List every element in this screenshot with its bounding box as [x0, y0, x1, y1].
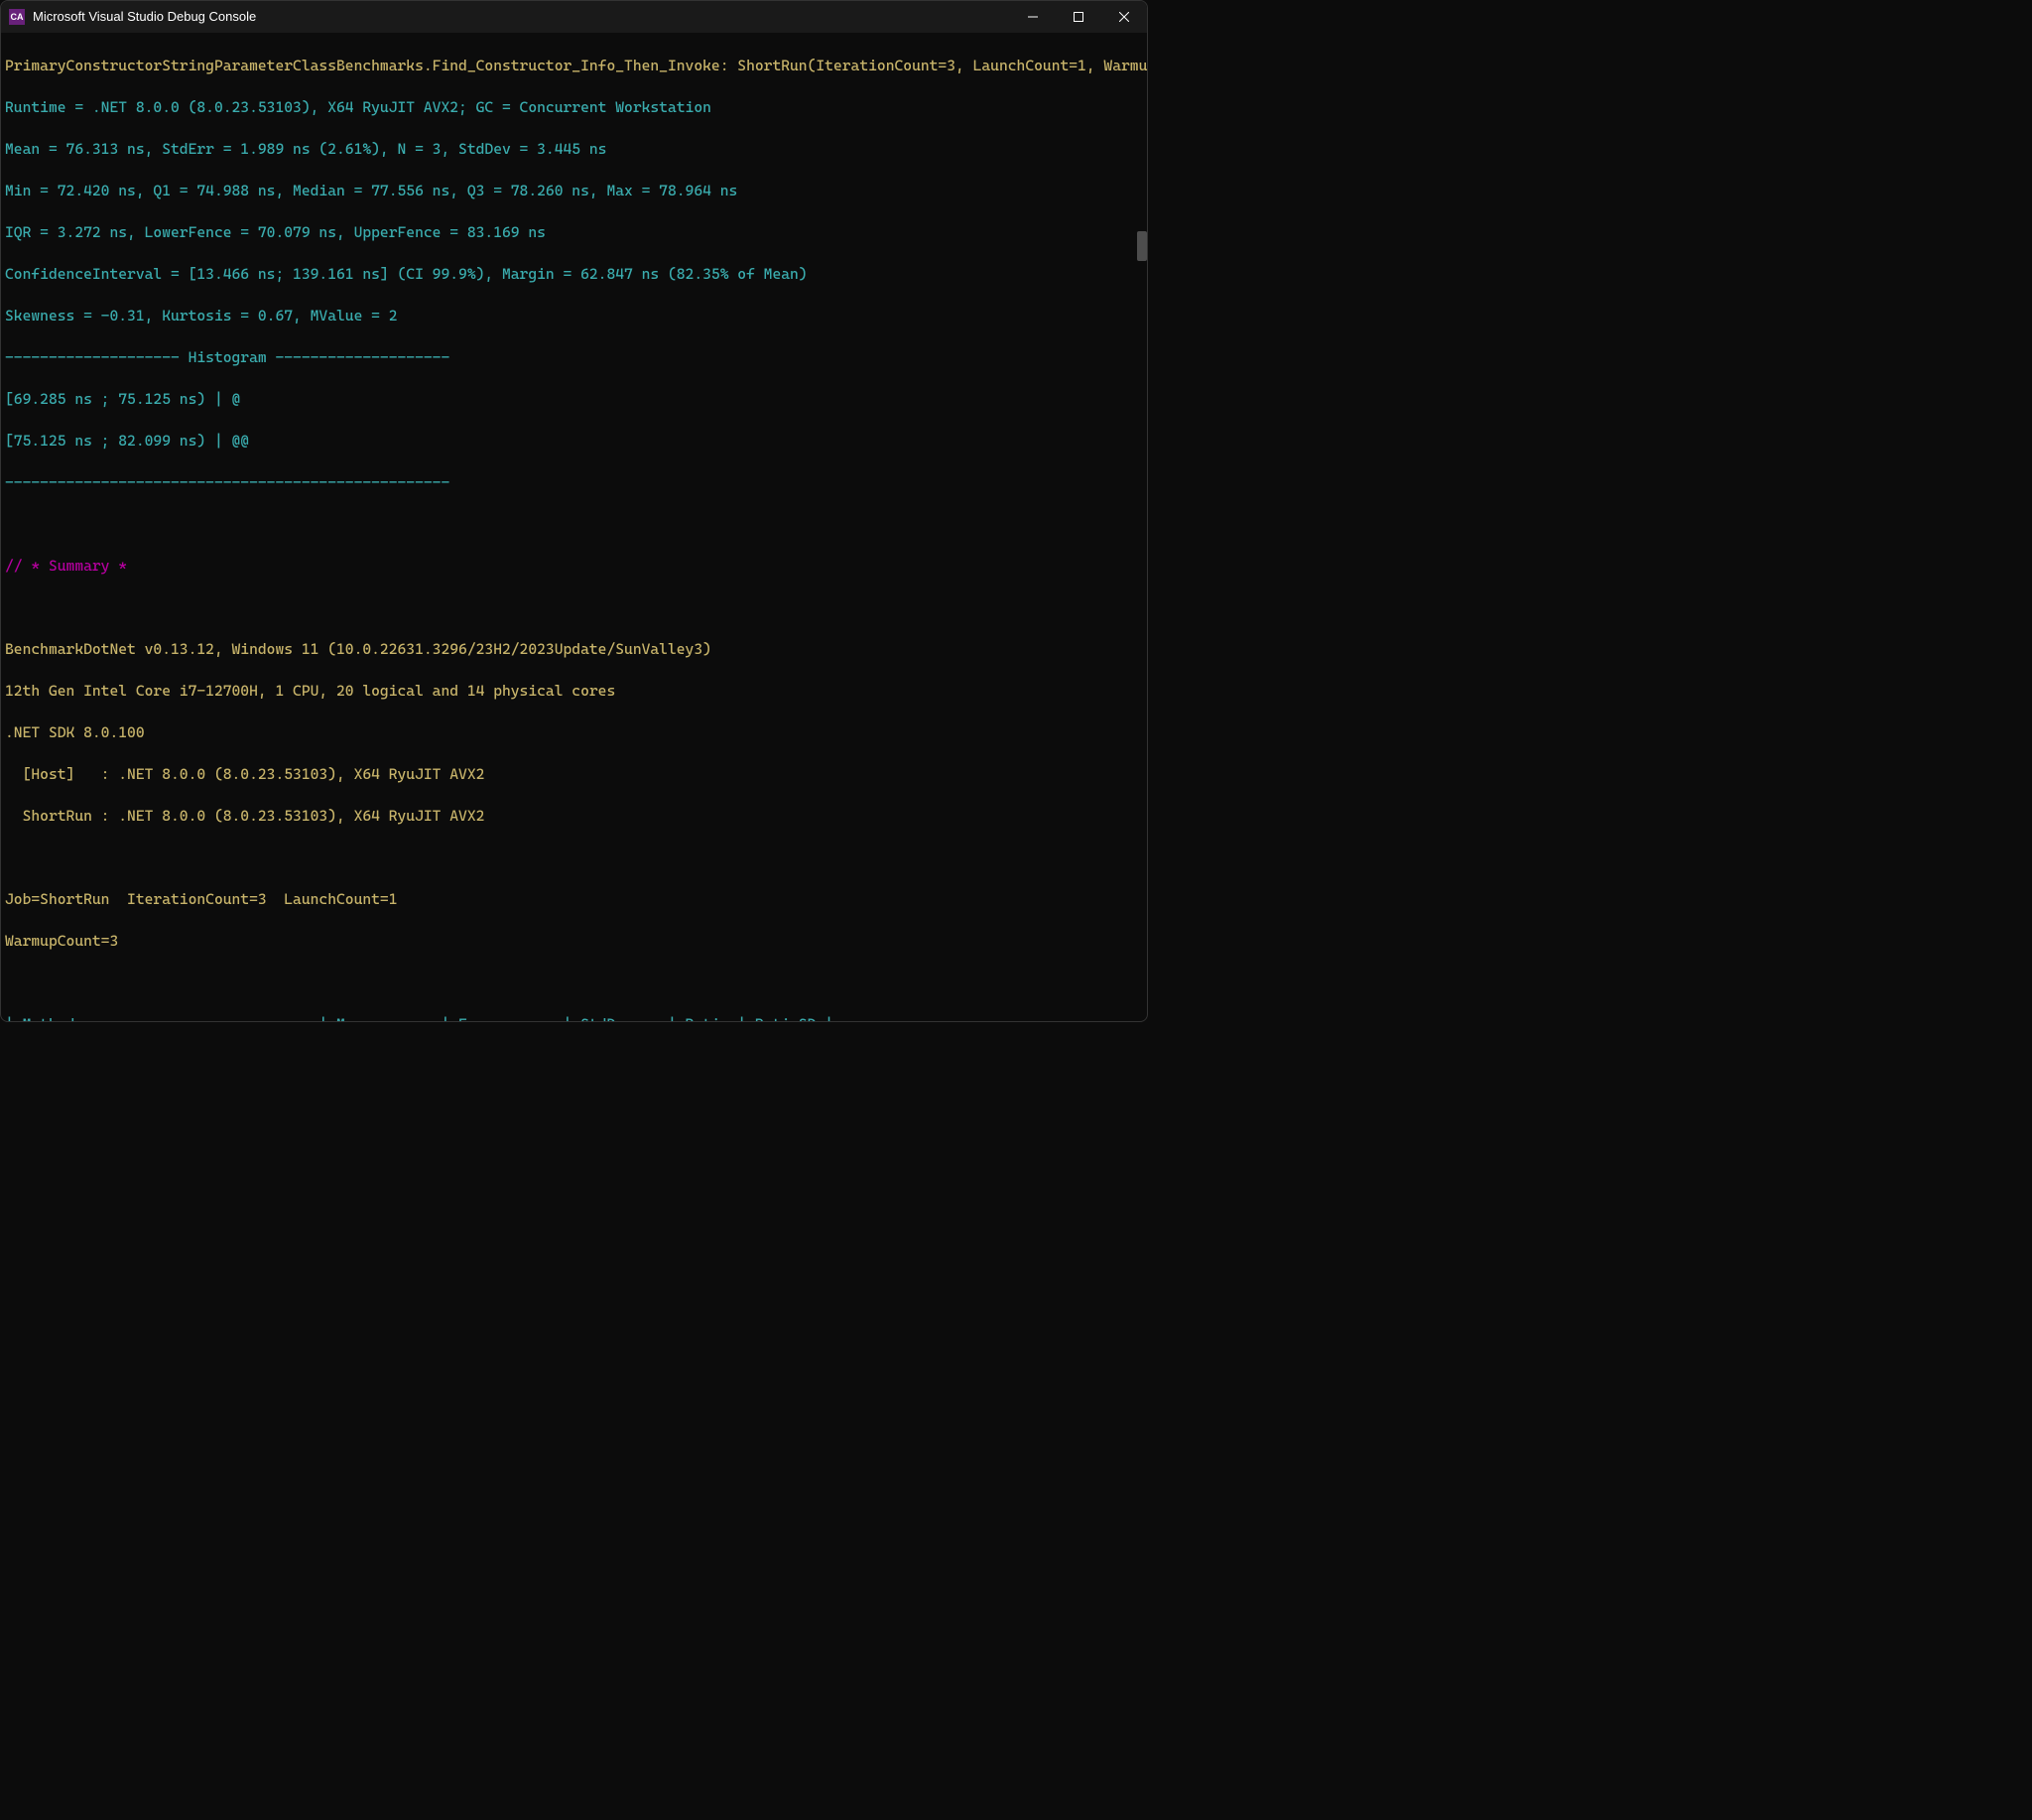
iqr-stats: IQR = 3.272 ns, LowerFence = 70.079 ns, … — [5, 222, 1143, 243]
blank-line — [5, 973, 1143, 993]
env-sdk: .NET SDK 8.0.100 — [5, 722, 1143, 743]
ci-stats: ConfidenceInterval = [13.466 ns; 139.161… — [5, 264, 1143, 285]
table-header: | Method | Mean | Error | StdDev | Ratio… — [5, 1014, 1143, 1021]
app-icon: CA — [9, 9, 25, 25]
skewness-stats: Skewness = -0.31, Kurtosis = 0.67, MValu… — [5, 306, 1143, 326]
env-cpu: 12th Gen Intel Core i7-12700H, 1 CPU, 20… — [5, 681, 1143, 702]
window-title: Microsoft Visual Studio Debug Console — [33, 8, 1010, 26]
histogram-header: -------------------- Histogram ---------… — [5, 347, 1143, 368]
titlebar[interactable]: CA Microsoft Visual Studio Debug Console — [1, 1, 1147, 33]
env-host: [Host] : .NET 8.0.0 (8.0.23.53103), X64 … — [5, 764, 1143, 785]
summary-title: // * Summary * — [5, 556, 1143, 577]
blank-line — [5, 597, 1143, 618]
maximize-icon — [1074, 12, 1083, 22]
blank-line — [5, 514, 1143, 535]
mean-stats: Mean = 76.313 ns, StdErr = 1.989 ns (2.6… — [5, 139, 1143, 160]
job-warmup: WarmupCount=3 — [5, 931, 1143, 952]
maximize-button[interactable] — [1056, 1, 1101, 33]
minimize-button[interactable] — [1010, 1, 1056, 33]
histogram-row: [75.125 ns ; 82.099 ns) | @@ — [5, 431, 1143, 452]
window-controls — [1010, 1, 1147, 33]
runtime-info: Runtime = .NET 8.0.0 (8.0.23.53103), X64… — [5, 97, 1143, 118]
blank-line — [5, 847, 1143, 868]
benchmark-header: PrimaryConstructorStringParameterClassBe… — [5, 56, 1143, 76]
console-window: CA Microsoft Visual Studio Debug Console… — [0, 0, 1148, 1022]
close-icon — [1119, 12, 1129, 22]
min-stats: Min = 72.420 ns, Q1 = 74.988 ns, Median … — [5, 181, 1143, 201]
job-config: Job=ShortRun IterationCount=3 LaunchCoun… — [5, 889, 1143, 910]
env-info: BenchmarkDotNet v0.13.12, Windows 11 (10… — [5, 639, 1143, 660]
scrollbar-thumb[interactable] — [1137, 231, 1147, 261]
close-button[interactable] — [1101, 1, 1147, 33]
minimize-icon — [1028, 12, 1038, 22]
histogram-row: [69.285 ns ; 75.125 ns) | @ — [5, 389, 1143, 410]
console-content[interactable]: PrimaryConstructorStringParameterClassBe… — [1, 33, 1147, 1021]
env-shortrun: ShortRun : .NET 8.0.0 (8.0.23.53103), X6… — [5, 806, 1143, 827]
histogram-footer: ----------------------------------------… — [5, 472, 1143, 493]
